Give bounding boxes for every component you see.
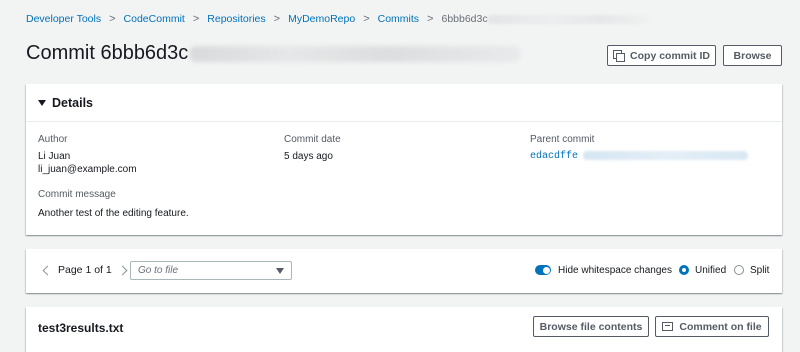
chevron-right-icon: >	[273, 13, 281, 25]
commit-date-value: 5 days ago	[284, 151, 333, 162]
chevron-right-icon[interactable]	[117, 265, 128, 275]
commit-message-label: Commit message	[38, 189, 116, 200]
copy-icon	[613, 50, 626, 62]
hide-whitespace-label: Hide whitespace changes	[558, 265, 672, 276]
caret-down-icon	[276, 268, 284, 274]
commit-message-value: Another test of the editing feature.	[38, 208, 189, 219]
pager-text: Page 1 of 1	[58, 264, 112, 276]
breadcrumb: Developer Tools > CodeCommit > Repositor…	[26, 13, 648, 25]
page-title: Commit 6bbb6d3c	[26, 42, 189, 64]
file-panel: test3results.txt Browse file contents Co…	[26, 307, 782, 352]
browse-file-contents-label: Browse file contents	[539, 320, 643, 333]
breadcrumb-developer-tools[interactable]: Developer Tools	[26, 13, 101, 25]
chevron-right-icon: >	[363, 13, 370, 25]
commit-date-label: Commit date	[284, 134, 341, 145]
comment-icon	[662, 322, 674, 331]
split-label: Split	[750, 265, 770, 276]
parent-commit-label: Parent commit	[530, 134, 595, 145]
redacted-hash	[487, 14, 648, 24]
author-email: li_juan@example.com	[38, 164, 137, 175]
details-panel: Details Author Li Juan li_juan@example.c…	[26, 84, 782, 235]
breadcrumb-codecommit[interactable]: CodeCommit	[124, 13, 185, 25]
hide-whitespace-toggle[interactable]	[535, 265, 551, 275]
copy-commit-id-button[interactable]: Copy commit ID	[607, 45, 716, 66]
comment-on-file-button[interactable]: Comment on file	[655, 316, 769, 337]
chevron-right-icon: >	[427, 13, 434, 25]
breadcrumb-current: 6bbb6d3c	[441, 13, 488, 25]
unified-radio[interactable]	[679, 265, 689, 275]
comment-on-file-label: Comment on file	[679, 320, 762, 333]
go-to-file-placeholder: Go to file	[138, 265, 179, 276]
breadcrumb-repositories[interactable]: Repositories	[207, 13, 265, 25]
split-radio[interactable]	[734, 265, 744, 275]
copy-commit-id-label: Copy commit ID	[630, 49, 710, 62]
chevron-right-icon: >	[192, 13, 200, 25]
go-to-file-select[interactable]: Go to file	[130, 261, 292, 280]
diff-toolbar: Page 1 of 1 Go to file Hide whitespace c…	[26, 249, 782, 293]
details-header[interactable]: Details	[26, 84, 782, 122]
chevron-left-icon[interactable]	[42, 265, 53, 275]
breadcrumb-repo[interactable]: MyDemoRepo	[288, 13, 355, 25]
breadcrumb-commits[interactable]: Commits	[378, 13, 419, 25]
file-name: test3results.txt	[38, 321, 124, 335]
browse-button[interactable]: Browse	[723, 45, 782, 66]
redacted-parent-hash	[582, 150, 748, 160]
browse-label: Browse	[733, 49, 772, 62]
caret-down-icon	[38, 99, 46, 106]
chevron-right-icon: >	[109, 13, 116, 25]
details-heading: Details	[52, 95, 93, 110]
author-label: Author	[38, 134, 68, 145]
author-name: Li Juan	[38, 151, 71, 162]
unified-label: Unified	[695, 265, 727, 276]
parent-commit-link[interactable]: edacdffe	[530, 151, 578, 162]
pager: Page 1 of 1	[42, 264, 128, 276]
title-row: Commit 6bbb6d3c	[26, 42, 521, 65]
parent-commit-value: edacdffe	[530, 150, 748, 162]
redacted-title-hash	[190, 45, 521, 62]
browse-file-contents-button[interactable]: Browse file contents	[533, 316, 649, 337]
